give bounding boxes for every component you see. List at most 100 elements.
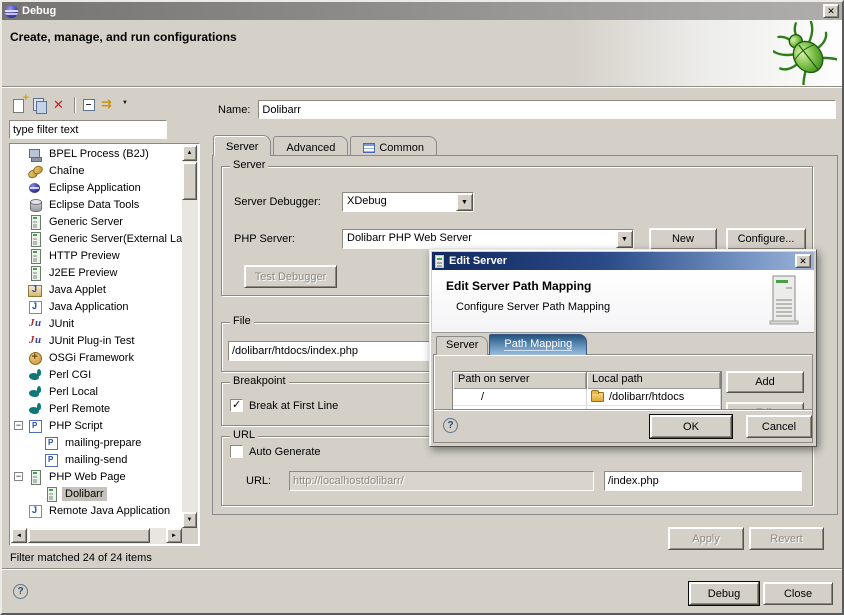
path-mapping-row[interactable]: //dolibarr/htdocs: [453, 389, 721, 406]
new-server-button[interactable]: New: [649, 228, 717, 250]
expander-minus-icon[interactable]: −: [14, 421, 23, 430]
php-server-combobox[interactable]: Dolibarr PHP Web Server ▼: [342, 229, 634, 249]
php-server-label: PHP Server:: [234, 233, 295, 245]
tree-item-perl-cgi[interactable]: Perl CGI: [11, 366, 182, 383]
tab-common[interactable]: Common: [350, 136, 437, 156]
cancel-button[interactable]: Cancel: [746, 415, 812, 438]
java-application-icon: [27, 299, 43, 315]
delete-configuration-icon[interactable]: [50, 96, 70, 114]
expander-minus-icon[interactable]: −: [14, 472, 23, 481]
dialog-help-icon[interactable]: ?: [443, 418, 458, 433]
php-web-page-icon: [43, 486, 59, 502]
tree-vertical-scrollbar[interactable]: ▲ ▼: [182, 145, 198, 528]
configure-server-button[interactable]: Configure...: [726, 228, 806, 250]
break-first-line-label: Break at First Line: [249, 400, 338, 412]
tree-item-cha-ne[interactable]: Chaîne: [11, 162, 182, 179]
junit-plugin-icon: [27, 333, 43, 349]
toolbar-dropdown-arrow-icon[interactable]: [120, 96, 132, 114]
php-web-page-icon: [27, 469, 43, 485]
tree-item-osgi-framework[interactable]: OSGi Framework: [11, 349, 182, 366]
tab-server[interactable]: Server: [213, 135, 271, 156]
vertical-scroll-thumb[interactable]: [182, 162, 197, 200]
tree-item-generic-server[interactable]: Generic Server: [11, 213, 182, 230]
path-mapping-table-body: //dolibarr/htdocs: [453, 389, 721, 406]
tree-item-j2ee-preview[interactable]: J2EE Preview: [11, 264, 182, 281]
url-path-input[interactable]: [605, 472, 801, 490]
window-titlebar[interactable]: Debug ✕: [2, 2, 842, 20]
ok-button[interactable]: OK: [650, 415, 732, 438]
window-close-icon[interactable]: ✕: [823, 4, 839, 18]
duplicate-configuration-icon[interactable]: [30, 96, 50, 114]
name-label: Name:: [218, 104, 250, 116]
server-debugger-combobox[interactable]: XDebug ▼: [342, 192, 474, 212]
php-script-icon: [43, 452, 59, 468]
dialog-close-icon[interactable]: ✕: [795, 254, 811, 268]
server-icon: [27, 265, 43, 281]
name-input[interactable]: [259, 101, 835, 118]
tree-item-mailing-send[interactable]: mailing-send: [11, 451, 182, 468]
server-group-title: Server: [230, 159, 268, 171]
add-mapping-button[interactable]: Add: [726, 371, 804, 393]
dialog-titlebar[interactable]: Edit Server ✕: [432, 252, 814, 270]
collapse-all-icon[interactable]: [80, 96, 100, 114]
dialog-tabs: Server Path Mapping: [436, 334, 588, 355]
scroll-right-icon[interactable]: ►: [166, 528, 182, 543]
scroll-down-icon[interactable]: ▼: [182, 512, 197, 528]
close-button[interactable]: Close: [763, 582, 833, 605]
url-base-input[interactable]: [290, 472, 593, 490]
config-tabs: Server Advanced Common: [213, 135, 439, 156]
tree-item-junit-plug-in-test[interactable]: JUnit Plug-in Test: [11, 332, 182, 349]
table-icon: [363, 143, 375, 153]
configurations-panel: BPEL Process (B2J)ChaîneEclipse Applicat…: [8, 92, 202, 564]
tree-item-perl-remote[interactable]: Perl Remote: [11, 400, 182, 417]
url-group-title: URL: [230, 429, 258, 441]
tree-item-java-application[interactable]: Java Application: [11, 298, 182, 315]
horizontal-scroll-thumb[interactable]: [28, 528, 150, 543]
test-debugger-button[interactable]: Test Debugger: [244, 265, 337, 288]
combobox-arrow-icon[interactable]: ▼: [456, 193, 473, 211]
dialog-title: Edit Server: [449, 255, 507, 267]
tree-item-http-preview[interactable]: HTTP Preview: [11, 247, 182, 264]
filter-input[interactable]: [10, 121, 166, 138]
debug-window: Debug ✕ Create, manage, and run configur…: [0, 0, 844, 615]
tree-item-eclipse-data-tools[interactable]: Eclipse Data Tools: [11, 196, 182, 213]
dialog-tab-server[interactable]: Server: [436, 336, 488, 355]
junit-icon: [27, 316, 43, 332]
scroll-up-icon[interactable]: ▲: [182, 145, 197, 161]
dialog-tab-path-mapping[interactable]: Path Mapping: [489, 334, 587, 355]
server-debugger-label: Server Debugger:: [234, 196, 321, 208]
filter-icon[interactable]: [100, 96, 120, 114]
tree-item-eclipse-application[interactable]: Eclipse Application: [11, 179, 182, 196]
tab-advanced[interactable]: Advanced: [273, 136, 348, 156]
tree-item-generic-server-external-la[interactable]: Generic Server(External La: [11, 230, 182, 247]
url-path-field-wrap: [604, 471, 802, 491]
chaine-icon: [27, 163, 43, 179]
tree-item-perl-local[interactable]: Perl Local: [11, 383, 182, 400]
scroll-left-icon[interactable]: ◄: [11, 528, 27, 543]
tree-item-php-script[interactable]: −PHP Script: [11, 417, 182, 434]
configurations-toolbar: [10, 94, 132, 116]
config-tree-wrap: BPEL Process (B2J)ChaîneEclipse Applicat…: [9, 143, 200, 546]
combobox-arrow-icon[interactable]: ▼: [616, 230, 633, 248]
auto-generate-checkbox[interactable]: [230, 445, 243, 458]
tree-item-java-applet[interactable]: Java Applet: [11, 281, 182, 298]
tree-item-php-web-page[interactable]: −PHP Web Page: [11, 468, 182, 485]
debug-button[interactable]: Debug: [689, 582, 759, 605]
tree-item-remote-java-application[interactable]: Remote Java Application: [11, 502, 182, 519]
column-header-local-path[interactable]: Local path: [587, 372, 721, 389]
apply-button[interactable]: Apply: [668, 527, 744, 550]
new-configuration-icon[interactable]: [10, 96, 30, 114]
tree-horizontal-scrollbar[interactable]: ◄ ►: [11, 528, 182, 544]
auto-generate-label: Auto Generate: [249, 446, 321, 458]
column-header-path-on-server[interactable]: Path on server: [453, 372, 587, 389]
bug-icon: [773, 21, 837, 85]
revert-button[interactable]: Revert: [749, 527, 824, 550]
tree-item-junit[interactable]: JUnit: [11, 315, 182, 332]
server-tower-icon: [768, 275, 800, 327]
help-icon[interactable]: ?: [13, 584, 28, 599]
tree-item-mailing-prepare[interactable]: mailing-prepare: [11, 434, 182, 451]
break-first-line-checkbox[interactable]: [230, 399, 243, 412]
tree-item-bpel-process-b2j[interactable]: BPEL Process (B2J): [11, 145, 182, 162]
java-applet-icon: [27, 282, 43, 298]
tree-item-dolibarr[interactable]: Dolibarr: [11, 485, 182, 502]
